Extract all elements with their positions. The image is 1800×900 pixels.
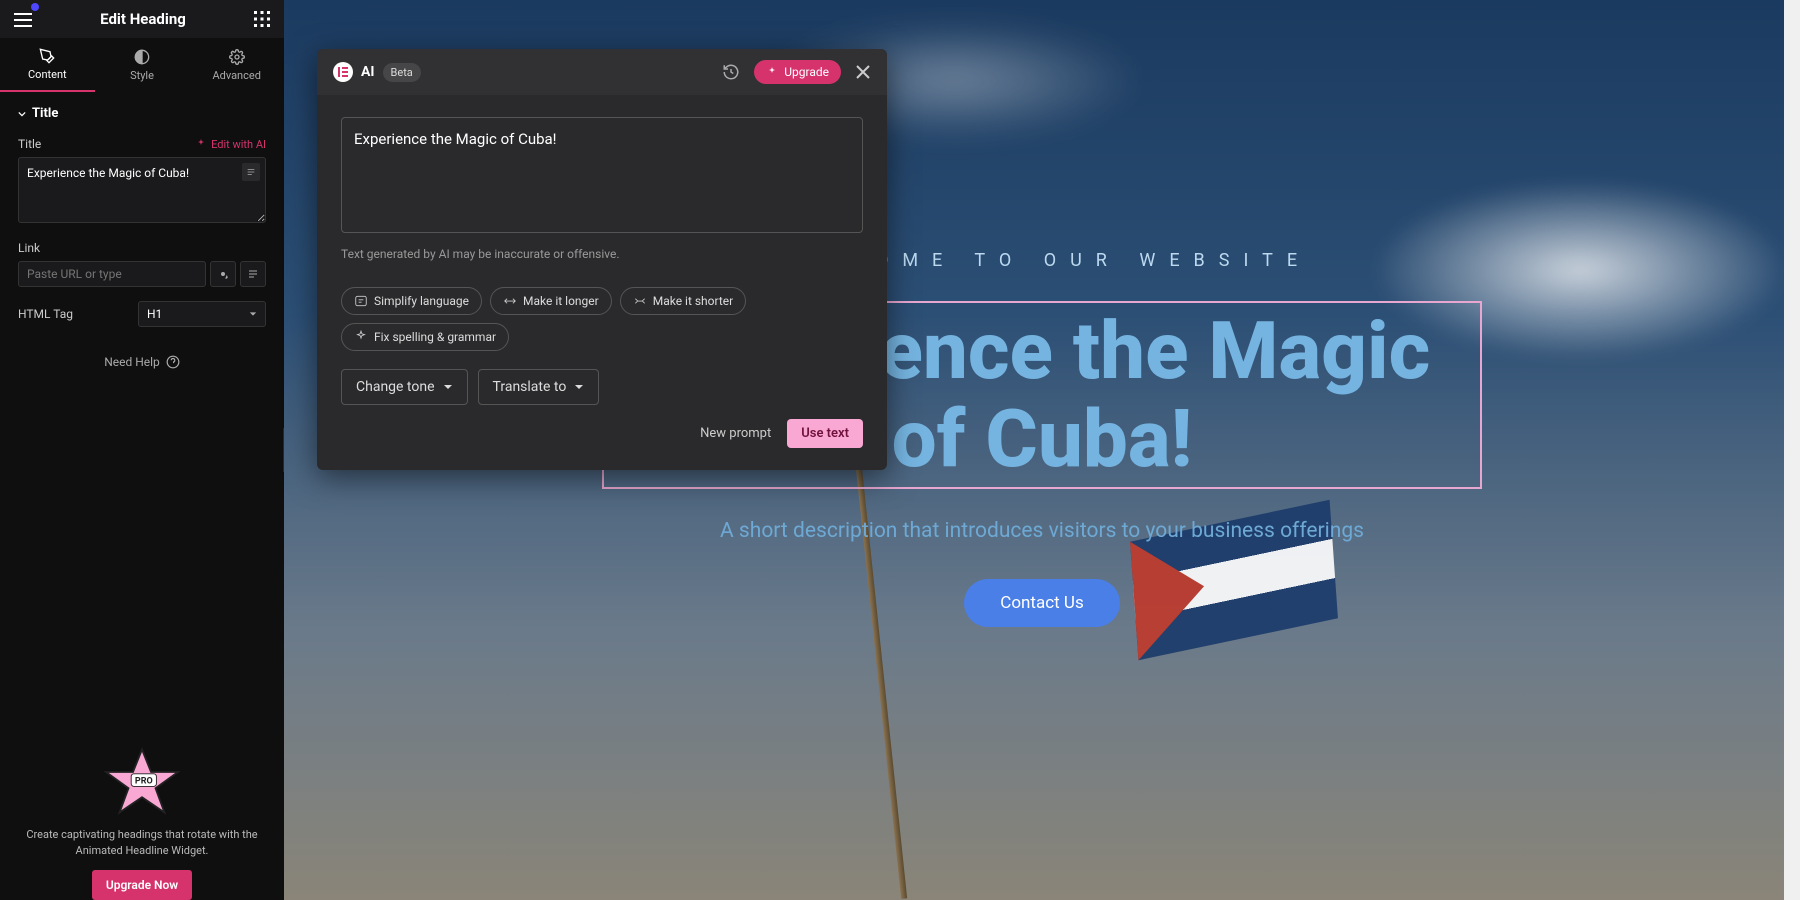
dynamic-link-icon[interactable]: [240, 261, 266, 287]
title-input[interactable]: [18, 157, 266, 223]
hamburger-menu-icon[interactable]: [14, 12, 32, 26]
section-title-label: Title: [32, 106, 58, 121]
need-help-link[interactable]: Need Help: [18, 355, 266, 369]
hero-subheading: A short description that introduces visi…: [602, 519, 1482, 543]
link-options-icon[interactable]: [210, 261, 236, 287]
dynamic-tags-icon[interactable]: [242, 163, 260, 181]
chip-spelling[interactable]: Fix spelling & grammar: [341, 323, 509, 351]
panel-body: Title Title Edit with AI Link: [0, 92, 284, 745]
contact-us-button[interactable]: Contact Us: [964, 579, 1119, 627]
svg-text:PRO: PRO: [135, 777, 153, 787]
chip-simplify[interactable]: Simplify language: [341, 287, 482, 315]
upgrade-label: Upgrade: [784, 65, 829, 79]
pro-promo-text: Create captivating headings that rotate …: [18, 827, 266, 858]
ai-label: AI: [361, 64, 375, 80]
html-tag-select[interactable]: H1: [138, 301, 266, 327]
html-tag-value: H1: [147, 307, 162, 321]
ai-dropdown-row: Change tone Translate to: [341, 369, 863, 405]
section-title-toggle[interactable]: Title: [18, 106, 266, 121]
new-prompt-button[interactable]: New prompt: [700, 426, 771, 441]
change-tone-dropdown[interactable]: Change tone: [341, 369, 468, 405]
ai-dialog-header: AI Beta Upgrade: [317, 49, 887, 95]
pro-promo-illustration-icon: PRO: [96, 745, 188, 817]
tab-content-label: Content: [28, 68, 67, 81]
chip-longer[interactable]: Make it longer: [490, 287, 612, 315]
page-scrollbar[interactable]: [1784, 0, 1800, 900]
close-icon[interactable]: [855, 64, 871, 80]
ai-dialog-body: Text generated by AI may be inaccurate o…: [317, 95, 887, 470]
link-input[interactable]: [18, 261, 206, 287]
sidebar-header: Edit Heading: [0, 0, 284, 38]
upgrade-button[interactable]: Upgrade: [754, 60, 841, 84]
title-label: Title: [18, 137, 41, 151]
editor-sidebar: Edit Heading Content Style Advanced Titl…: [0, 0, 284, 900]
control-link: Link: [18, 241, 266, 287]
tab-advanced[interactable]: Advanced: [189, 38, 284, 92]
upgrade-now-button[interactable]: Upgrade Now: [92, 870, 192, 900]
panel-tabs: Content Style Advanced: [0, 38, 284, 92]
use-text-button[interactable]: Use text: [787, 419, 863, 448]
translate-dropdown[interactable]: Translate to: [478, 369, 600, 405]
tab-style[interactable]: Style: [95, 38, 190, 92]
html-tag-label: HTML Tag: [18, 307, 73, 321]
tab-advanced-label: Advanced: [212, 69, 260, 82]
change-tone-label: Change tone: [356, 379, 435, 395]
panel-title: Edit Heading: [100, 10, 186, 28]
link-label: Link: [18, 241, 40, 255]
beta-badge: Beta: [383, 63, 421, 82]
history-icon[interactable]: [722, 63, 740, 81]
edit-with-ai-label: Edit with AI: [211, 138, 266, 151]
pro-promo: PRO Create captivating headings that rot…: [0, 745, 284, 900]
notification-dot-icon: [31, 3, 39, 11]
ai-dialog: AI Beta Upgrade Text generated by AI may…: [317, 49, 887, 470]
need-help-label: Need Help: [104, 355, 160, 369]
translate-label: Translate to: [493, 379, 567, 395]
apps-grid-icon[interactable]: [254, 11, 270, 27]
chip-shorter[interactable]: Make it shorter: [620, 287, 747, 315]
ai-text-input[interactable]: [341, 117, 863, 233]
control-title: Title Edit with AI: [18, 137, 266, 227]
ai-dialog-footer: New prompt Use text: [341, 419, 863, 448]
chip-simplify-label: Simplify language: [374, 294, 469, 308]
chip-shorter-label: Make it shorter: [653, 294, 734, 308]
edit-with-ai-link[interactable]: Edit with AI: [195, 138, 266, 151]
chip-longer-label: Make it longer: [523, 294, 599, 308]
elementor-logo-icon: [333, 62, 353, 82]
ai-suggestion-chips: Simplify language Make it longer Make it…: [341, 287, 863, 351]
chip-spelling-label: Fix spelling & grammar: [374, 330, 496, 344]
control-html-tag: HTML Tag H1: [18, 301, 266, 327]
tab-style-label: Style: [130, 69, 154, 82]
tab-content[interactable]: Content: [0, 38, 95, 92]
ai-disclaimer: Text generated by AI may be inaccurate o…: [341, 247, 863, 261]
